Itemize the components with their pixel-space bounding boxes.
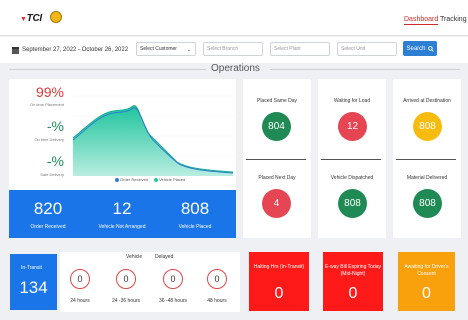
placed-same-day-label: Placed Same Day bbox=[256, 98, 298, 104]
brand-badge-icon bbox=[50, 11, 62, 23]
in-transit-value: 134 bbox=[19, 278, 48, 297]
arrived-at-destination-label: Arrived at Destination bbox=[403, 98, 451, 104]
legend-dot-icon bbox=[154, 177, 159, 182]
halting-hours-label: Halting Hrs (In-Transit) bbox=[253, 264, 305, 270]
eway-bill-tile[interactable]: E-way Bill Expiring Today (Mid-Night) 0 bbox=[323, 252, 383, 311]
orders-area-chart bbox=[73, 95, 233, 176]
eway-bill-label: E-way Bill Expiring Today (Mid-Night) bbox=[324, 264, 382, 277]
order-received-value: 820 bbox=[33, 199, 63, 218]
delay-24-36h-label: 24 -36 hours bbox=[111, 298, 141, 304]
vehicle-not-arranged-value: 12 bbox=[112, 199, 132, 218]
placed-next-day-value: 4 bbox=[262, 189, 291, 218]
search-icon bbox=[427, 45, 434, 52]
plant-select-placeholder: Select Plant bbox=[274, 46, 301, 52]
chevron-down-icon: ⌄ bbox=[186, 47, 191, 53]
legend-order-received: Order Received bbox=[115, 177, 148, 182]
vehicle-not-arranged-label: Vehicle Not Arranged bbox=[98, 224, 146, 230]
customer-select-value: Select Customer bbox=[140, 46, 177, 52]
tile-divider bbox=[321, 159, 381, 160]
in-transit-label: In-Transit bbox=[21, 265, 42, 271]
halting-hours-tile[interactable]: Halting Hrs (In-Transit) 0 bbox=[249, 252, 309, 311]
driver-consent-label: Awaiting for Driver's Consent bbox=[404, 264, 449, 277]
logo-text: TCI bbox=[26, 13, 43, 24]
on-time-placement-value: 99% bbox=[35, 84, 64, 100]
tile-divider bbox=[396, 159, 456, 160]
date-range-picker[interactable]: September 27, 2022 - October 26, 2022 bbox=[12, 43, 130, 57]
delay-36-48h-label: 36 -48 hours bbox=[158, 298, 188, 304]
legend-vehicle-placed-label: Vehicle Placed bbox=[159, 177, 186, 182]
halting-hours-value: 0 bbox=[274, 285, 284, 302]
branch-select-placeholder: Select Branch bbox=[207, 46, 239, 52]
branch-select[interactable]: Select Branch bbox=[203, 42, 263, 56]
legend-order-received-label: Order Received bbox=[120, 177, 149, 182]
delay-48h-value[interactable]: 0 bbox=[207, 269, 227, 289]
legend-dot-icon bbox=[115, 177, 119, 182]
delay-24h-value[interactable]: 0 bbox=[70, 269, 90, 289]
vehicle-placed-label: Vehicle Placed bbox=[178, 224, 212, 230]
vehicle-placed-value: 808 bbox=[180, 199, 210, 218]
safe-delivery-label: Safe Delivery bbox=[40, 172, 64, 177]
arrived-at-destination-value: 808 bbox=[413, 112, 442, 141]
legend-vehicle-placed: Vehicle Placed bbox=[154, 177, 185, 182]
in-transit-card[interactable]: In-Transit 134 bbox=[10, 254, 57, 310]
delayed-label: Delayed bbox=[155, 254, 174, 260]
placed-same-day-value: 804 bbox=[262, 112, 291, 141]
delay-36-48h-value[interactable]: 0 bbox=[163, 269, 183, 289]
driver-consent-value: 0 bbox=[422, 285, 431, 302]
vehicle-label: Vehicle bbox=[126, 254, 143, 260]
search-button-label: Search bbox=[406, 45, 426, 52]
delay-48h-label: 48 hours bbox=[207, 298, 227, 304]
vehicle-dispatched-label: Vehicle Dispatched bbox=[330, 175, 374, 181]
material-delivered-label: Material Delivered bbox=[406, 175, 448, 181]
section-divider-left bbox=[9, 69, 206, 70]
on-time-delivery-label: On time Delivery bbox=[34, 137, 64, 142]
tile-divider bbox=[246, 159, 306, 160]
waiting-for-load-value: 12 bbox=[338, 112, 367, 141]
orders-summary-band: 820 Order Received 12 Vehicle Not Arrang… bbox=[9, 190, 236, 238]
unit-select-placeholder: Select Unit bbox=[341, 46, 366, 52]
on-time-placement-label: On time Placement bbox=[29, 102, 64, 107]
date-range-text: September 27, 2022 - October 26, 2022 bbox=[22, 47, 129, 53]
section-title: Operations bbox=[211, 63, 260, 74]
material-delivered-value: 808 bbox=[413, 189, 442, 218]
delay-24-36h-value[interactable]: 0 bbox=[116, 269, 136, 289]
plant-select[interactable]: Select Plant bbox=[270, 42, 330, 56]
section-divider-right bbox=[270, 69, 460, 70]
on-time-delivery-value: -% bbox=[46, 118, 64, 134]
vehicle-dispatched-value: 808 bbox=[338, 189, 367, 218]
top-bar: ▼TCI Dashboard Tracking bbox=[0, 0, 468, 36]
delay-24h-label: 24 hours bbox=[70, 298, 90, 304]
customer-select[interactable]: Select Customer ⌄ bbox=[136, 42, 196, 56]
nav-dashboard[interactable]: Dashboard bbox=[404, 16, 439, 25]
unit-select[interactable]: Select Unit bbox=[337, 42, 397, 56]
search-button[interactable]: Search bbox=[403, 41, 437, 56]
driver-consent-tile[interactable]: Awaiting for Driver's Consent 0 bbox=[398, 252, 455, 311]
safe-delivery-value: -% bbox=[46, 153, 64, 169]
logo[interactable]: ▼TCI bbox=[20, 13, 42, 24]
nav-tracking[interactable]: Tracking bbox=[440, 16, 467, 23]
chart-legend: Order Received Vehicle Placed bbox=[115, 177, 185, 182]
order-received-label: Order Received bbox=[30, 224, 66, 230]
eway-bill-value: 0 bbox=[348, 285, 358, 302]
placed-next-day-label: Placed Next Day bbox=[258, 175, 296, 181]
waiting-for-load-label: Waiting for Load bbox=[333, 98, 371, 104]
calendar-icon bbox=[12, 46, 19, 54]
